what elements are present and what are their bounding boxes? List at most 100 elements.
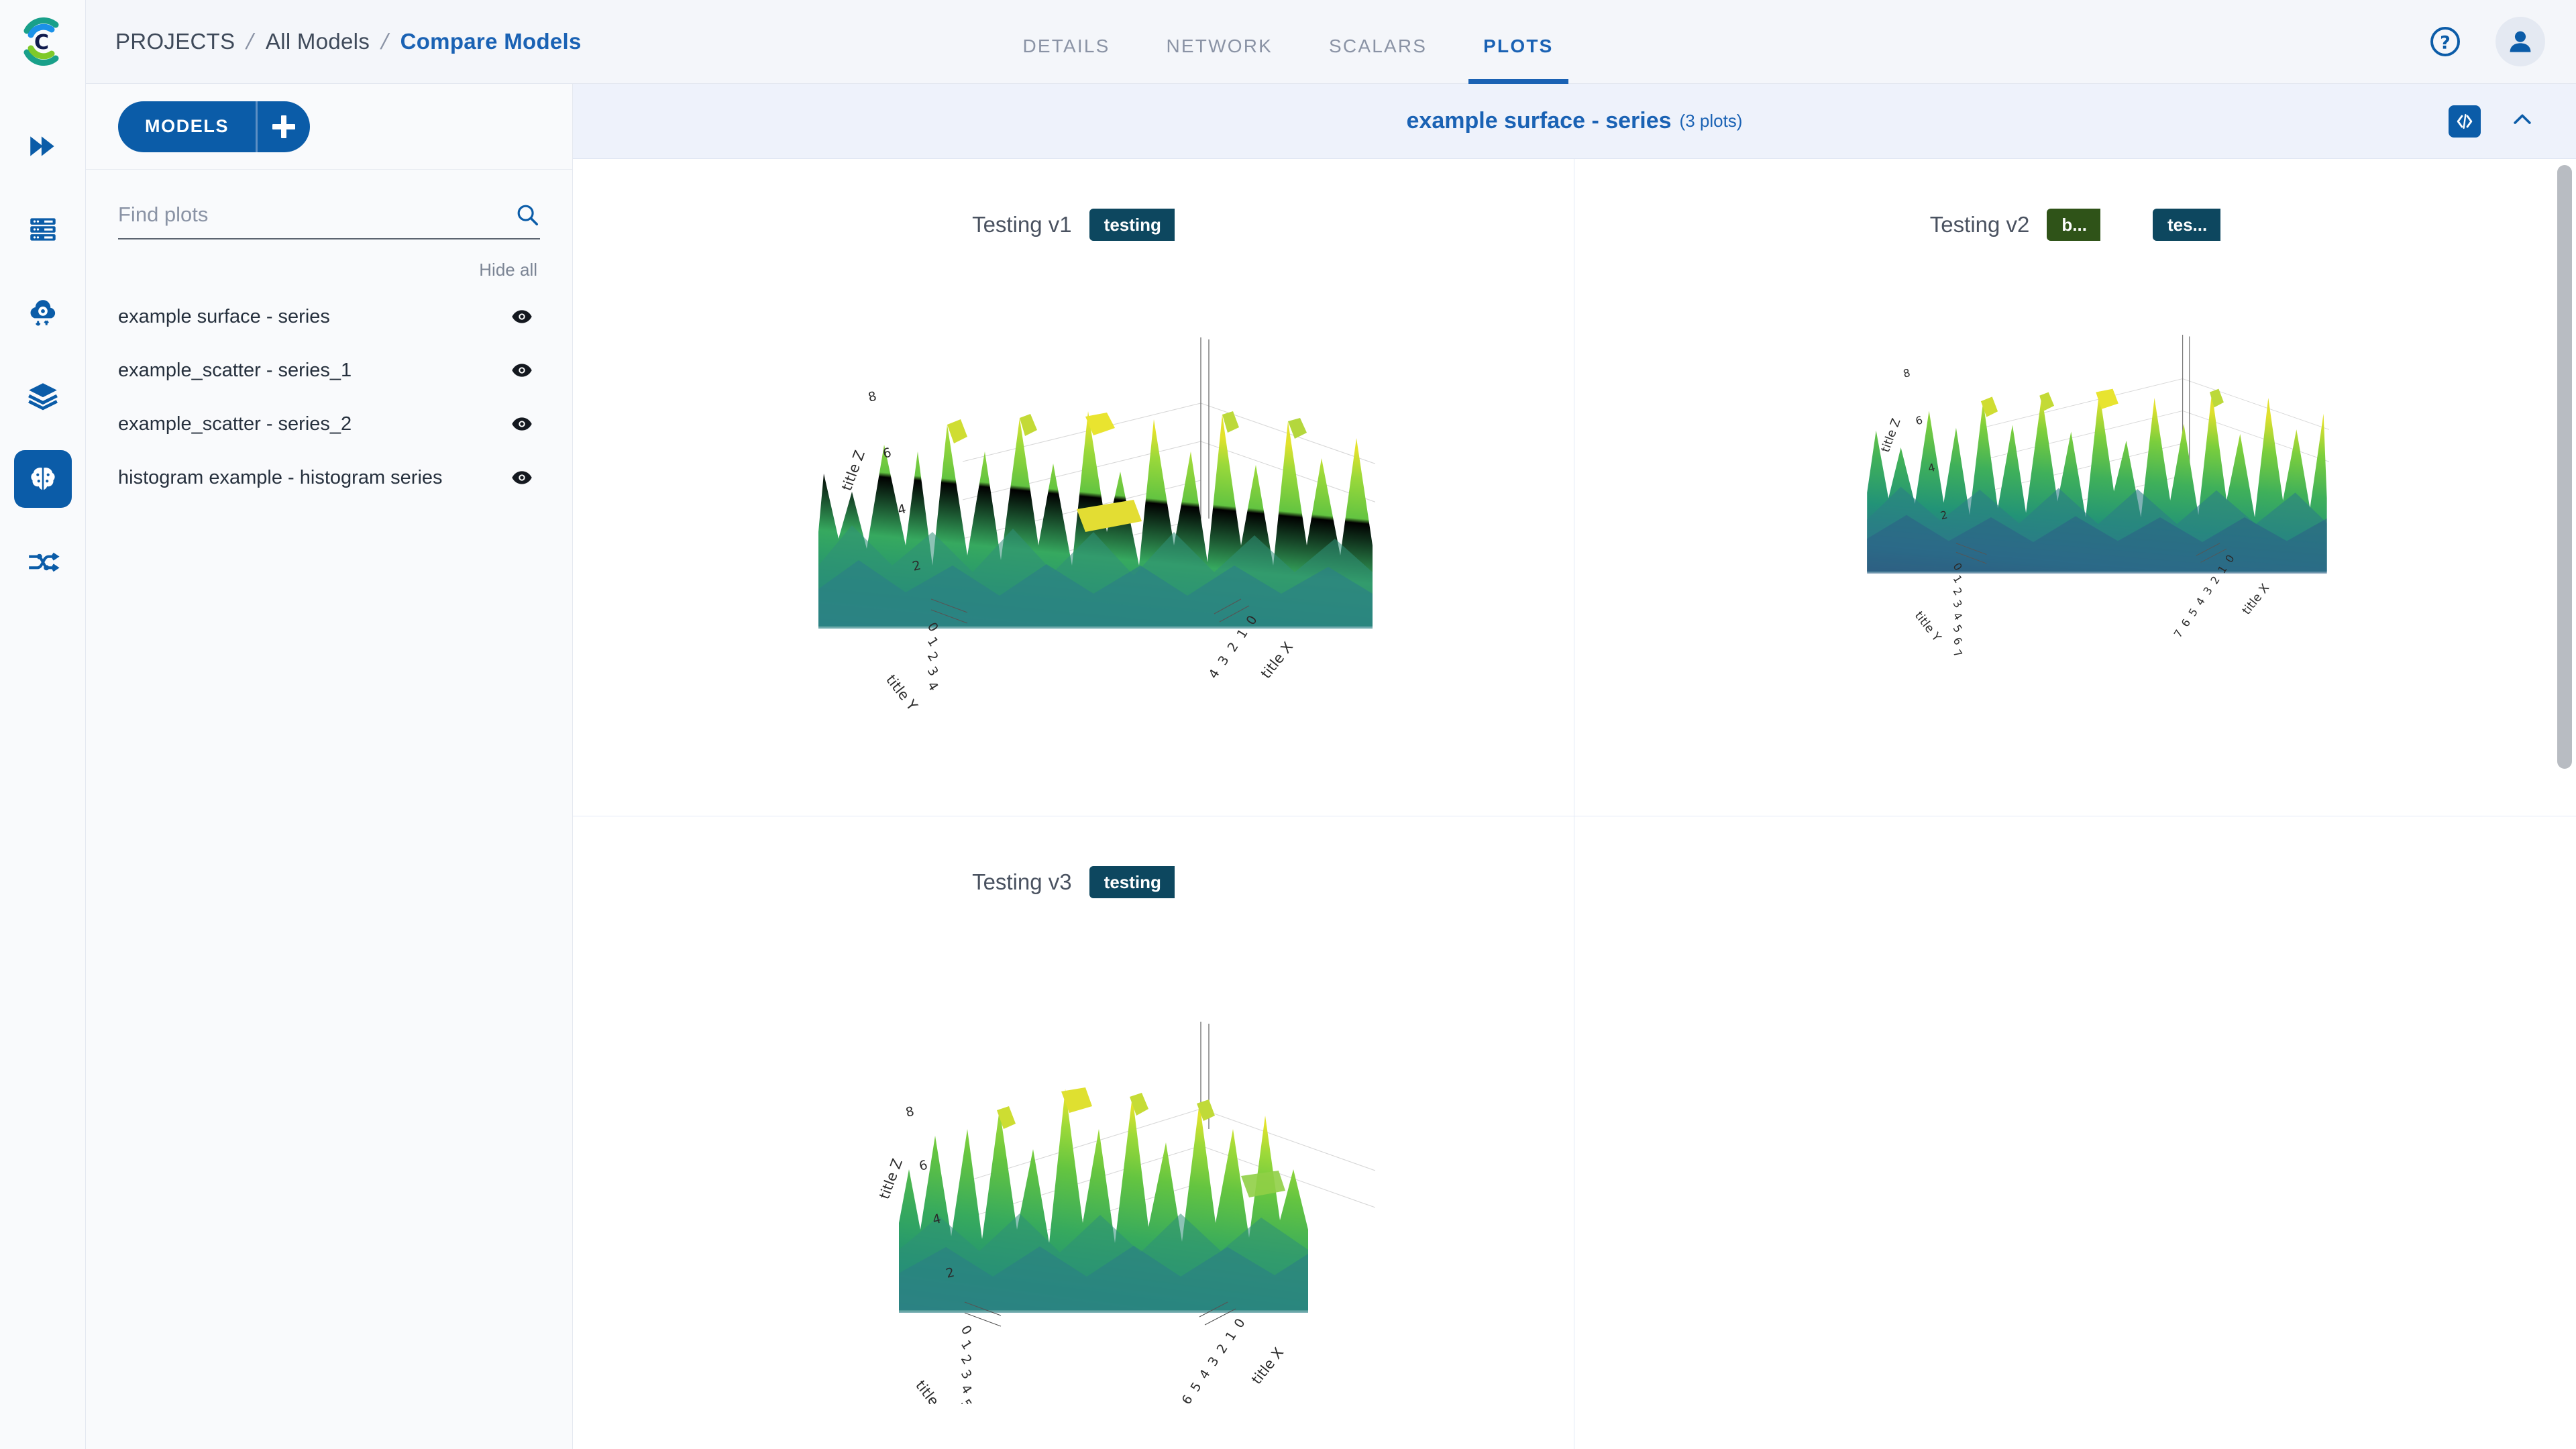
user-avatar[interactable] xyxy=(2496,17,2545,66)
svg-text:?: ? xyxy=(2440,32,2451,53)
x-tick-3: 3 xyxy=(1205,1354,1222,1369)
list-item[interactable]: example surface - series xyxy=(118,290,540,343)
surface-mesh xyxy=(1866,388,2327,574)
topbar-actions: ? xyxy=(2428,17,2545,66)
vertical-scrollbar[interactable] xyxy=(2553,160,2576,1449)
list-item[interactable]: example_scatter - series_2 xyxy=(118,397,540,451)
sidebar-item-datasets[interactable] xyxy=(14,201,72,258)
sidebar-item-pipelines[interactable] xyxy=(14,533,72,591)
tab-details[interactable]: DETAILS xyxy=(994,36,1138,84)
user-avatar-icon xyxy=(2510,31,2531,52)
plot-title: Testing v1 xyxy=(972,212,1072,237)
z-tick-8: 8 xyxy=(904,1104,916,1120)
plots-list-panel: MODELS Hide all xyxy=(86,84,573,1449)
status-badge[interactable]: testing xyxy=(1089,209,1175,241)
surface-plot[interactable]: 8 6 4 2 title Z 0 1 2 3 4 title Y 0 1 2 … xyxy=(771,250,1375,747)
x-tick-4: 4 xyxy=(1206,667,1223,682)
x-tick-0: 0 xyxy=(1232,1316,1248,1331)
y-tick-1: 1 xyxy=(958,1338,975,1352)
plot-card-testing-v3[interactable]: Testing v3 testing 8 6 4 2 title Z 0 1 2… xyxy=(573,816,1574,1449)
tab-plots[interactable]: PLOTS xyxy=(1455,36,1581,84)
search-icon[interactable] xyxy=(515,202,540,227)
toggle-visibility-button[interactable] xyxy=(506,466,537,489)
add-model-button[interactable] xyxy=(258,101,310,152)
scrollbar-thumb[interactable] xyxy=(2557,165,2572,769)
sidebar-item-models[interactable] xyxy=(13,450,72,508)
y-tick-3: 3 xyxy=(958,1367,975,1382)
y-tick-4: 4 xyxy=(958,1382,975,1397)
collapse-group-button[interactable] xyxy=(2509,106,2536,136)
projects-icon xyxy=(30,136,54,156)
x-tick-3: 3 xyxy=(2200,584,2214,597)
z-tick-8: 8 xyxy=(867,389,878,405)
y-tick-2: 2 xyxy=(1950,585,1964,598)
breadcrumb-separator: / xyxy=(378,29,392,54)
y-axis: 0 1 2 3 4 5 6 7 title Y xyxy=(1911,560,1964,659)
surface-mesh xyxy=(818,411,1373,629)
plot-card-testing-v2[interactable]: Testing v2 b... tes... 8 6 4 2 title Z 0… xyxy=(1574,159,2576,816)
y-tick-7: 7 xyxy=(1950,647,1964,660)
y-tick-2: 2 xyxy=(958,1352,975,1367)
top-bar: C PROJECTS / All Models / Compare Models… xyxy=(0,0,2576,84)
z-tick-8: 8 xyxy=(1902,366,1911,380)
tag-label: tes... xyxy=(2167,214,2208,235)
search-input[interactable] xyxy=(118,203,515,227)
breadcrumb-separator: / xyxy=(244,29,257,54)
models-button[interactable]: MODELS xyxy=(118,101,256,152)
tab-network[interactable]: NETWORK xyxy=(1138,36,1301,84)
toggle-visibility-button[interactable] xyxy=(506,305,537,328)
x-tick-1: 1 xyxy=(1223,1329,1240,1344)
x-axis-title: title X xyxy=(1258,639,1296,682)
sidebar-item-orchestration[interactable] xyxy=(14,284,72,341)
plot-card-testing-v1[interactable]: Testing v1 testing 8 6 4 2 title Z 0 1 2… xyxy=(573,159,1574,816)
breadcrumb: PROJECTS / All Models / Compare Models xyxy=(115,29,582,54)
breadcrumb-item-projects[interactable]: PROJECTS xyxy=(115,29,235,54)
datasets-server-icon xyxy=(30,218,56,241)
toggle-visibility-button[interactable] xyxy=(506,359,537,382)
list-item-label: example_scatter - series_2 xyxy=(118,413,352,435)
y-tick-5: 5 xyxy=(958,1397,975,1404)
y-axis-title: title Y xyxy=(1911,609,1943,645)
y-axis: 0 1 2 3 4 5 6 7 title Y xyxy=(912,1323,975,1404)
sidebar-item-projects[interactable] xyxy=(14,117,72,175)
y-tick-6: 6 xyxy=(1950,635,1964,647)
x-tick-5: 5 xyxy=(2186,606,2200,619)
x-tick-2: 2 xyxy=(2208,574,2222,586)
status-badge[interactable]: tes... xyxy=(2152,209,2221,241)
surface-plot[interactable]: 8 6 4 2 title Z 0 1 2 xyxy=(1822,250,2329,667)
plot-group-actions xyxy=(2449,84,2536,158)
status-badge[interactable]: testing xyxy=(1089,866,1175,898)
list-item-label: example surface - series xyxy=(118,305,330,327)
x-tick-2: 2 xyxy=(1225,640,1242,655)
breadcrumb-item-all-models[interactable]: All Models xyxy=(266,29,370,54)
clearml-logo-icon: C xyxy=(23,17,58,66)
plot-card-header: Testing v3 testing xyxy=(972,866,1175,898)
surface-plot[interactable]: 8 6 4 2 title Z 0 1 2 xyxy=(771,908,1375,1404)
toggle-visibility-button[interactable] xyxy=(506,413,537,435)
panel-content: Hide all example surface - series xyxy=(86,170,572,504)
list-item[interactable]: example_scatter - series_1 xyxy=(118,343,540,397)
plot-title: Testing v3 xyxy=(972,869,1072,894)
sidebar-item-layers[interactable] xyxy=(14,367,72,425)
chevron-up-icon xyxy=(2514,114,2531,124)
tag-label: testing xyxy=(1104,214,1161,235)
app-logo[interactable]: C xyxy=(0,0,86,84)
breadcrumb-item-compare-models[interactable]: Compare Models xyxy=(400,29,582,54)
plot-group-count: (3 plots) xyxy=(1679,111,1743,131)
tab-scalars[interactable]: SCALARS xyxy=(1301,36,1455,84)
help-circle-icon[interactable]: ? xyxy=(2428,25,2462,58)
left-nav-rail xyxy=(0,84,86,1449)
y-axis: 0 1 2 3 4 title Y xyxy=(883,620,941,714)
plot-group-title: example surface - series xyxy=(1406,108,1672,133)
orchestration-cloud-gear-icon xyxy=(30,300,55,326)
status-badge[interactable]: b... xyxy=(2047,209,2100,241)
list-item[interactable]: histogram example - histogram series xyxy=(118,451,540,504)
y-tick-4: 4 xyxy=(1950,610,1964,623)
x-tick-4: 4 xyxy=(2193,595,2207,608)
plot-card-empty-slot xyxy=(1574,816,2576,1449)
x-tick-3: 3 xyxy=(1216,653,1232,668)
view-code-button[interactable] xyxy=(2449,105,2481,138)
hide-all-button[interactable]: Hide all xyxy=(479,260,537,280)
x-tick-6: 6 xyxy=(1179,1393,1196,1404)
y-tick-3: 3 xyxy=(1950,598,1964,610)
